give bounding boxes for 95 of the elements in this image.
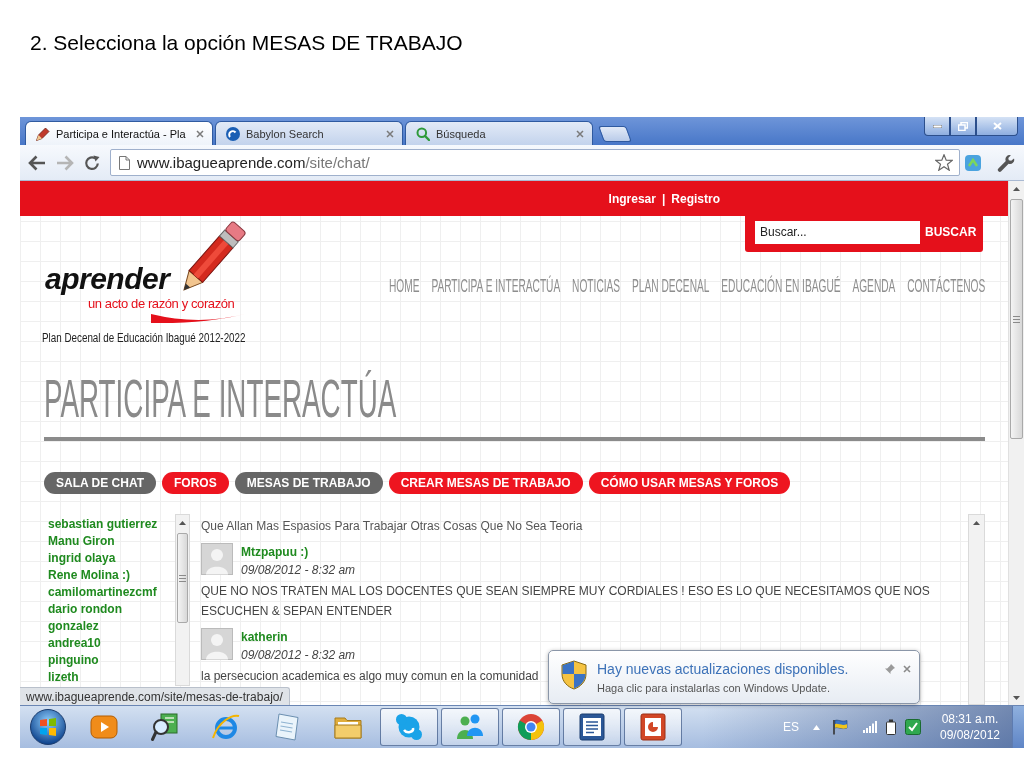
section-button[interactable]: SALA DE CHAT — [44, 472, 156, 494]
taskbar-button[interactable] — [563, 708, 621, 746]
ring-orbit-icon — [212, 713, 240, 741]
restore-icon — [958, 121, 968, 131]
post-time: 09/08/2012 - 8:32 am — [241, 647, 356, 664]
section-button[interactable]: CREAR MESAS DE TRABAJO — [388, 472, 583, 494]
search-field[interactable]: Buscar... — [755, 220, 920, 244]
arrow-tile-icon[interactable] — [964, 153, 982, 172]
nav-link[interactable]: NOTICIAS — [571, 276, 620, 296]
user-name[interactable]: camilomartinezcmf — [48, 584, 157, 601]
restore-button[interactable] — [950, 117, 976, 136]
status-bar: www.ibagueaprende.com/site/mesas-de-trabajo/ — [20, 687, 290, 705]
user-name[interactable]: Rene Molina :) — [48, 567, 130, 584]
pencil-icon — [36, 126, 50, 141]
swirl-icon — [226, 126, 240, 141]
close-icon[interactable] — [903, 665, 911, 673]
browser-tab[interactable]: Babylon Search — [215, 121, 403, 145]
clock-date[interactable]: 09/08/2012 — [939, 727, 1001, 743]
user-name[interactable]: sebastian gutierrez — [48, 516, 158, 533]
people-icon — [456, 713, 484, 741]
check-icon[interactable] — [905, 719, 921, 735]
section-button[interactable]: FOROS — [162, 472, 229, 494]
play-icon — [90, 713, 118, 741]
notification-title: Hay nuevas actualizaciones disponibles. — [597, 660, 849, 679]
nav-link[interactable]: HOME — [388, 276, 420, 296]
avatar-icon — [201, 543, 233, 575]
battery-icon[interactable] — [885, 719, 897, 735]
post-time: 09/08/2012 - 8:32 am — [241, 562, 356, 579]
scroll-down-icon[interactable] — [1013, 695, 1020, 700]
presentation-icon — [639, 713, 667, 741]
close-icon[interactable] — [386, 129, 394, 138]
start-orb-icon — [29, 709, 66, 745]
new-tab-button[interactable] — [598, 126, 632, 142]
scroll-up-icon[interactable] — [1013, 186, 1020, 191]
back-arrow-icon[interactable] — [28, 154, 46, 171]
wrench-icon[interactable] — [997, 153, 1015, 172]
user-name[interactable]: pinguino — [48, 652, 99, 669]
author-name: katherin — [241, 629, 288, 646]
magnifier-icon — [151, 713, 179, 741]
notification-text: Haga clic para instalarlas con Windows Update. — [597, 681, 830, 696]
section-button[interactable]: CÓMO USAR MESAS Y FOROS — [588, 472, 791, 494]
nav-link[interactable]: EDUCACIÓN EN IBAGUÉ — [721, 276, 841, 296]
close-button[interactable] — [976, 117, 1018, 136]
logo-wordmark: aprender — [45, 262, 170, 296]
flag-icon[interactable] — [832, 719, 848, 735]
minimize-icon — [932, 124, 942, 128]
taskbar-button[interactable] — [624, 708, 682, 746]
star-icon[interactable] — [935, 154, 953, 171]
search-button[interactable]: BUSCAR — [920, 220, 982, 244]
signal-icon[interactable] — [863, 721, 877, 733]
scrollbar-thumb[interactable] — [1010, 199, 1023, 439]
avatar-icon — [201, 628, 233, 660]
search-icon — [416, 126, 430, 141]
section-button[interactable]: MESAS DE TRABAJO — [234, 472, 383, 494]
notepad-icon — [273, 713, 301, 741]
user-name[interactable]: Manu Giron — [48, 533, 115, 550]
slide-title: 2. Selecciona la opción MESAS DE TRABAJO — [30, 30, 463, 56]
nav-link[interactable]: PARTICIPA E INTERACTÚA — [431, 276, 560, 296]
logo-tagline: Plan Decenal de Educación Ibagué 2012-2022 — [42, 331, 246, 345]
top-link[interactable]: Ingresar — [608, 191, 656, 206]
segmented-circle-icon — [517, 713, 545, 741]
browser-tab[interactable]: Participa e Interactúa - Pla — [25, 121, 213, 145]
nav-link[interactable]: PLAN DECENAL — [631, 276, 710, 296]
top-link[interactable]: Registro — [671, 191, 720, 206]
user-name[interactable]: ingrid olaya — [48, 550, 116, 567]
author-name: Mtzpapuu :) — [241, 544, 309, 561]
user-name[interactable]: lizeth — [48, 669, 79, 686]
user-name[interactable]: dario rondon — [48, 601, 122, 618]
message-text: QUE NO NOS TRATEN MAL LOS DOCENTES QUE SEAN SIEMPRE MUY CORDIALES ! ESO ES LO QUE NECESITAMOS QUE NOS ESCUCHEN & SEPAN ENTENDER — [201, 583, 931, 620]
page-icon — [119, 155, 130, 170]
close-icon[interactable] — [576, 129, 584, 138]
close-icon[interactable] — [196, 129, 204, 138]
document-icon — [578, 713, 606, 741]
user-name[interactable]: andrea10 — [48, 635, 101, 652]
page-title: PARTICIPA E INTERACTÚA — [44, 371, 397, 425]
shield-icon — [561, 660, 587, 690]
minimize-button[interactable] — [924, 117, 950, 136]
address-field[interactable]: www.ibagueaprende.com/site/chat/ — [110, 149, 960, 176]
pin-icon[interactable] — [885, 664, 895, 674]
user-name[interactable]: gonzalez — [48, 618, 99, 635]
scroll-up-icon[interactable] — [973, 520, 980, 525]
message-text: la persecucion academica es algo muy comun en la comunidad — [201, 668, 539, 685]
clock-time[interactable]: 08:31 a.m. — [941, 711, 999, 727]
nav-link[interactable]: AGENDA — [852, 276, 896, 296]
message-text: Que Allan Mas Espasios Para Trabajar Otras Cosas Que No Sea Teoria — [201, 518, 583, 535]
close-icon — [992, 122, 1002, 130]
link-separator: | — [661, 191, 666, 206]
browser-tab[interactable]: Búsqueda — [405, 121, 593, 145]
scrollbar-thumb[interactable] — [177, 533, 188, 623]
reload-icon[interactable] — [84, 154, 100, 171]
logo-slogan: un acto de razón y corazón — [88, 296, 235, 311]
notification-balloon[interactable]: Hay nuevas actualizaciones disponibles. Haga clic para instalarlas con Windows Update. — [548, 650, 920, 704]
cloud-icon — [395, 713, 423, 741]
scroll-up-icon[interactable] — [179, 520, 186, 525]
nav-link[interactable]: CONTÁCTENOS — [907, 276, 985, 296]
